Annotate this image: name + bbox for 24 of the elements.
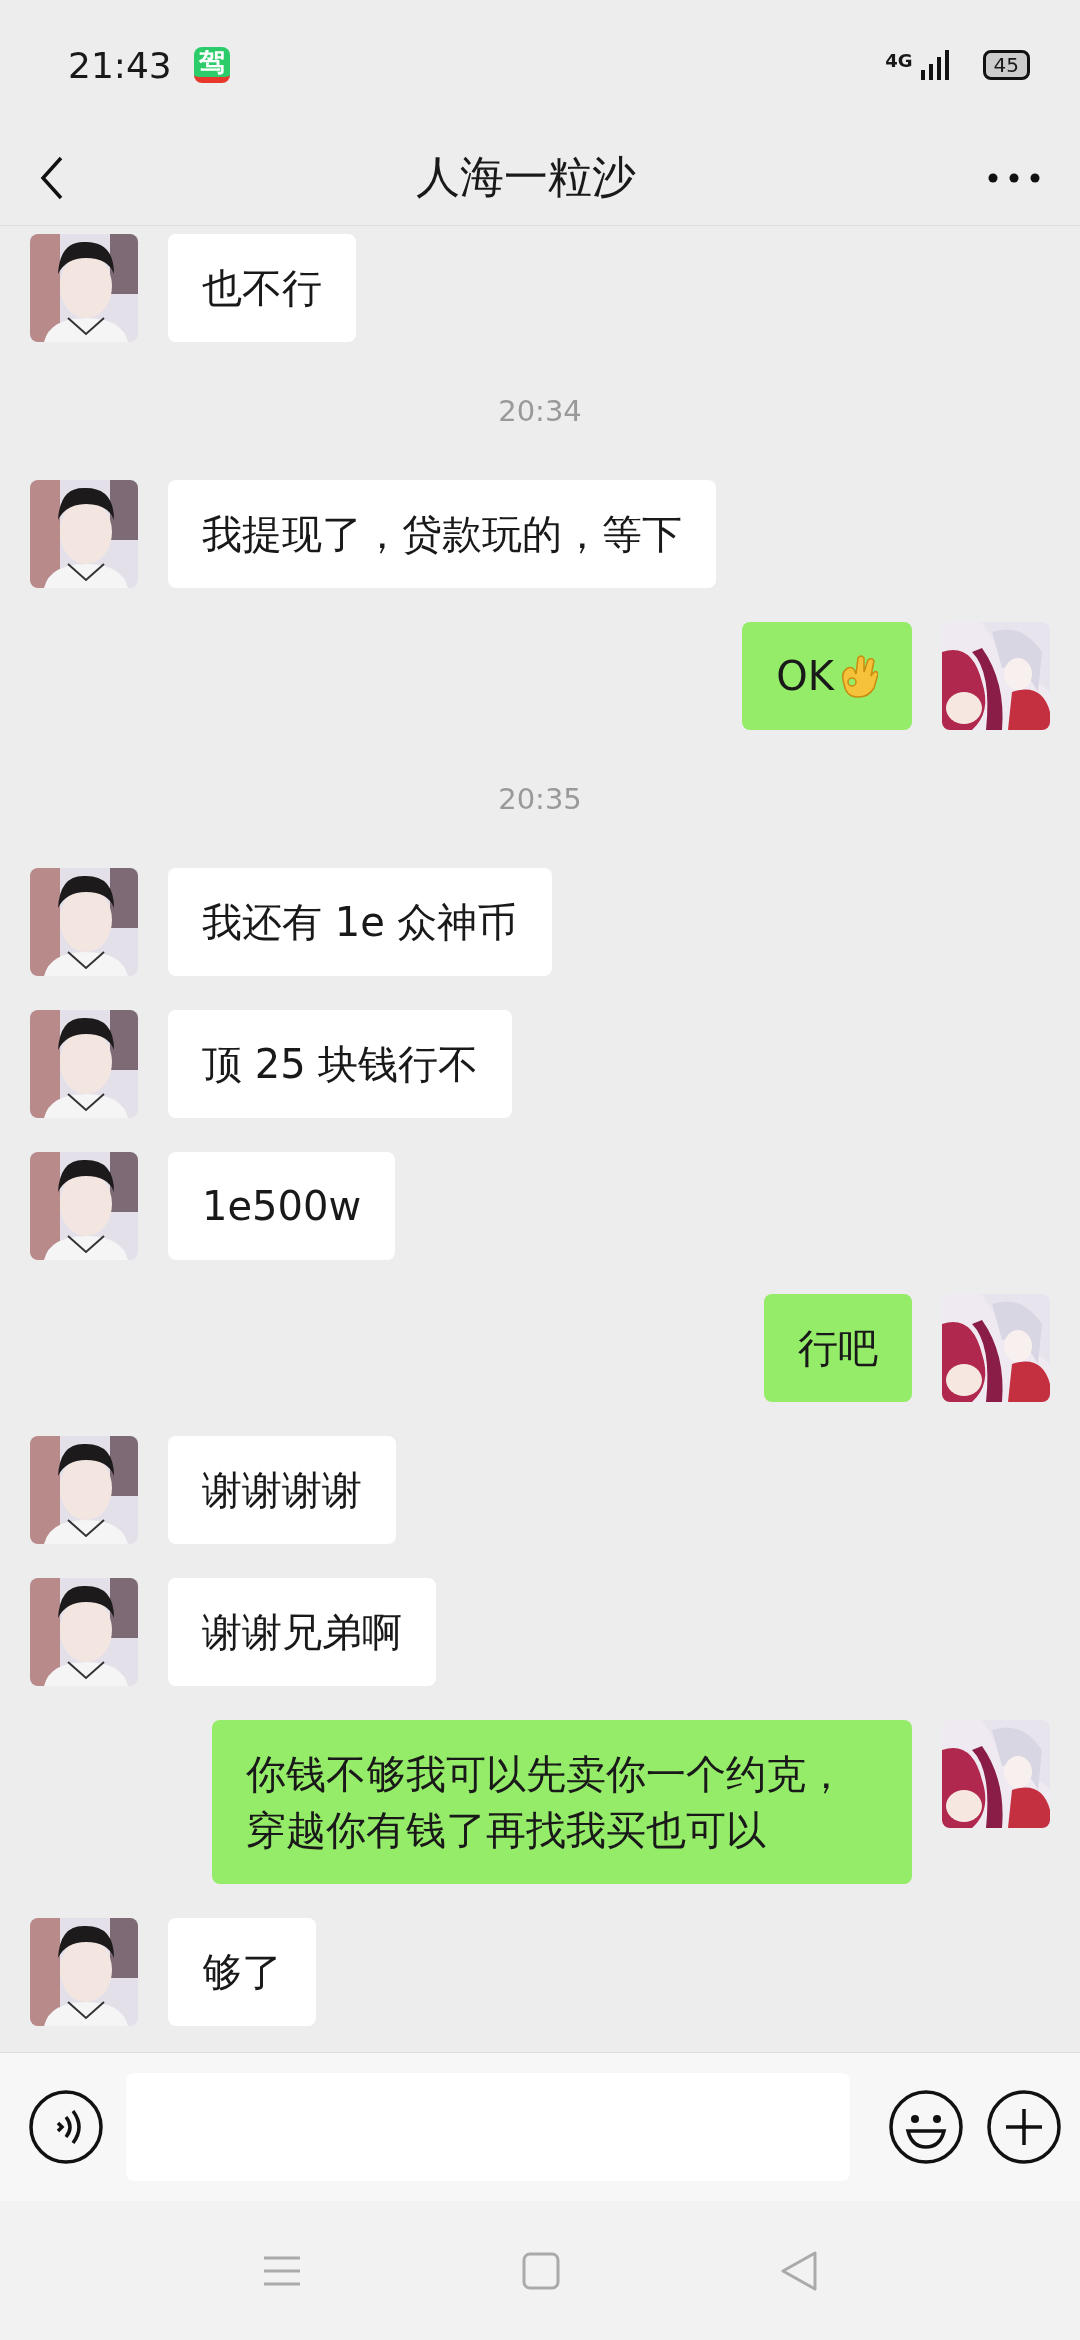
voice-icon[interactable] (28, 2089, 104, 2165)
sent-message[interactable]: OK (742, 622, 912, 730)
more-icon[interactable] (988, 172, 1040, 183)
received-message[interactable]: 也不行 (168, 234, 356, 342)
received-message[interactable]: 1e500w (168, 1152, 396, 1260)
received-message[interactable]: 谢谢兄弟啊 (168, 1578, 436, 1686)
back-icon[interactable] (40, 155, 64, 200)
emoji-icon[interactable] (888, 2089, 964, 2165)
received-message[interactable]: 谢谢谢谢 (168, 1436, 396, 1544)
chat-title: 人海一粒沙 (415, 150, 637, 204)
signal-icon (920, 50, 951, 80)
plus-icon[interactable] (986, 2089, 1062, 2165)
received-message[interactable]: 我还有 1e 众神币 (168, 868, 552, 976)
sent-message[interactable]: 你钱不够我可以先卖你一个约克，穿越你有钱了再找我买也可以 (212, 1720, 912, 1884)
status-time: 21:43 (68, 44, 172, 86)
sent-message[interactable]: 行吧 (764, 1294, 912, 1402)
received-message[interactable]: 我提现了，贷款玩的，等下 (168, 480, 716, 588)
network-type: 4G (885, 50, 913, 71)
received-message[interactable]: 顶 25 块钱行不 (168, 1010, 513, 1118)
battery-level: 45 (982, 50, 1030, 80)
received-message[interactable]: 够了 (168, 1918, 316, 2026)
message-time: 20:35 (498, 782, 582, 816)
message-time: 20:34 (498, 394, 582, 428)
app-notification-icon: 驾 (193, 47, 230, 83)
